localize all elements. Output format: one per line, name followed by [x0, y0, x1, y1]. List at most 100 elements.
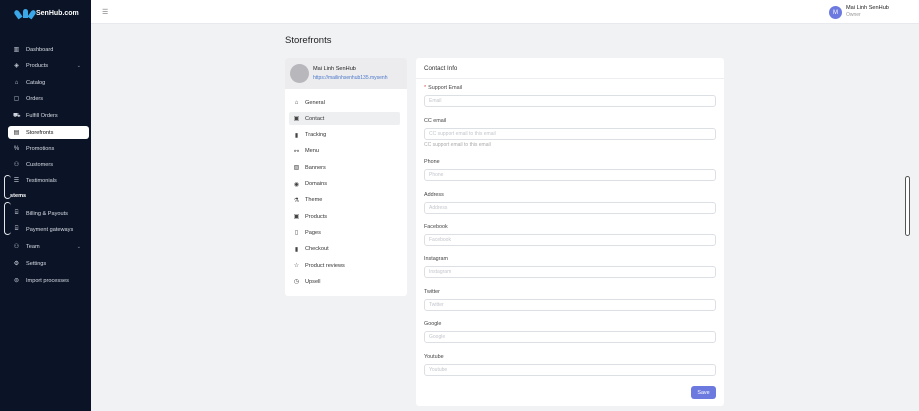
store-menu-item[interactable]: ▮ Tracking: [289, 129, 400, 142]
sidebar-item-label: Products: [26, 62, 49, 69]
store-menu-item[interactable]: ⚗ Theme: [289, 194, 400, 207]
sidebar-item[interactable]: ⚇ Customers: [8, 158, 89, 171]
contact-field-input[interactable]: [424, 266, 716, 278]
sidebar-item[interactable]: % Promotions: [8, 142, 89, 155]
store-icon: ▤: [13, 130, 20, 136]
field-label-text: Twitter: [424, 289, 440, 295]
users-icon: ⚇: [13, 244, 20, 250]
store-menu-item[interactable]: ◉ Domains: [289, 178, 400, 191]
chevron-down-icon[interactable]: ⌄: [77, 244, 81, 250]
contact-field-input[interactable]: [424, 299, 716, 311]
save-button[interactable]: Save: [691, 386, 716, 399]
store-url-link[interactable]: https://mailinhsenhub135.mysenh: [313, 75, 388, 81]
clipboard-icon: ▢: [13, 96, 20, 102]
selection-bracket: [4, 202, 11, 235]
store-menu-item[interactable]: ▮ Checkout: [289, 243, 400, 256]
sidebar-item[interactable]: ⚙ Settings: [8, 257, 89, 270]
sidebar-item-label: Promotions: [26, 145, 55, 152]
sidebar-item[interactable]: ⛟ Fulfill Orders: [8, 109, 89, 122]
store-menu-item[interactable]: ⚯ Menu: [289, 145, 400, 158]
store-menu-item[interactable]: ▯ Pages: [289, 226, 400, 239]
lotus-logo-icon: [13, 8, 37, 19]
sidebar-item-label: Payment gateways: [26, 226, 74, 233]
store-menu-label: Theme: [305, 197, 323, 204]
field-label-text: Google: [424, 321, 442, 327]
store-menu-item[interactable]: ☆ Product reviews: [289, 259, 400, 272]
box-icon: ▣: [293, 214, 300, 221]
image-icon: ▧: [293, 165, 300, 172]
chevron-down-icon[interactable]: ⌄: [77, 63, 81, 69]
contact-info-card: Contact Info Save *Support Email CC email…: [416, 58, 724, 406]
sidebar-item[interactable]: ⌸ Billing & Payouts: [8, 207, 89, 220]
selection-bracket: [4, 175, 11, 199]
bar-chart-icon: ▥: [13, 47, 20, 53]
store-menu-item[interactable]: ⌂ General: [289, 96, 400, 109]
section-label: stems: [10, 193, 27, 199]
topbar: ☰ M Mai Linh SenHub Owner: [91, 0, 919, 24]
users-icon: ⚇: [13, 162, 20, 168]
field-label: Instagram: [424, 256, 448, 262]
field-label-text: Phone: [424, 159, 440, 165]
contact-field-input[interactable]: [424, 364, 716, 376]
field-label: CC email: [424, 118, 446, 124]
page-title: Storefronts: [285, 35, 332, 46]
sidebar-item[interactable]: ⌂ Catalog: [8, 76, 89, 89]
required-marker: *: [424, 85, 427, 91]
sidebar-item-label: Settings: [26, 260, 47, 267]
contact-field-input[interactable]: [424, 234, 716, 246]
contact-field-input[interactable]: [424, 169, 716, 181]
field-label-text: Facebook: [424, 224, 448, 230]
sidebar-item[interactable]: ⌸ Payment gateways: [8, 223, 89, 236]
brand-name: SenHub.com: [36, 9, 79, 17]
barcode-icon: ▮: [294, 132, 299, 139]
contact-field-input[interactable]: [424, 95, 716, 107]
sidebar-item[interactable]: ▤ Storefronts: [8, 126, 89, 139]
contact-field-input[interactable]: [424, 128, 716, 140]
sidebar-item-label: Storefronts: [26, 129, 54, 136]
user-name[interactable]: Mai Linh SenHub: [846, 5, 889, 11]
sidebar-item-label: Fulfill Orders: [26, 112, 58, 119]
percent-icon: %: [13, 145, 20, 152]
flask-icon: ⚗: [293, 197, 300, 204]
field-help-text: CC support email to this email: [424, 142, 491, 148]
scrollbar-thumb[interactable]: [905, 176, 910, 236]
avatar[interactable]: M: [829, 6, 842, 19]
import-icon: ⊜: [13, 278, 20, 284]
sidebar-item[interactable]: ◈ Products ⌄: [8, 59, 89, 72]
store-menu-item[interactable]: ▣ Contact: [289, 112, 400, 126]
field-label-text: Support Email: [428, 85, 462, 91]
store-name: Mai Linh SenHub: [313, 66, 356, 72]
divider: [416, 78, 724, 79]
field-label-text: Youtube: [424, 354, 444, 360]
sidebar-item[interactable]: ☰ Testimonials: [8, 174, 89, 187]
store-menu-item[interactable]: ▧ Banners: [289, 161, 400, 174]
storefront-menu-card: Mai Linh SenHub https://mailinhsenhub135…: [285, 58, 407, 296]
bank-icon: ⌸: [14, 226, 19, 232]
contact-field-input[interactable]: [424, 202, 716, 214]
contact-field-input[interactable]: [424, 331, 716, 343]
sidebar-item-label: Catalog: [26, 79, 46, 86]
sidebar-item-label: Testimonials: [26, 177, 57, 184]
sidebar-item-label: Dashboard: [26, 46, 54, 53]
store-avatar: [290, 64, 309, 83]
sidebar-item[interactable]: ▥ Dashboard: [8, 43, 89, 56]
field-label: Twitter: [424, 289, 440, 295]
field-label: Youtube: [424, 354, 444, 360]
bank-icon: ⌸: [14, 210, 19, 216]
store-menu-item[interactable]: ◷ Upsell: [289, 275, 400, 288]
store-menu-label: Tracking: [305, 132, 327, 139]
sidebar-item[interactable]: ▢ Orders: [8, 92, 89, 105]
sidebar-item[interactable]: ⊜ Import processes: [8, 274, 89, 287]
box-icon: ◈: [14, 63, 19, 69]
store-menu-item[interactable]: ▣ Products: [289, 210, 400, 223]
store-menu-label: Menu: [305, 148, 319, 155]
clock-icon: ◷: [293, 279, 300, 286]
brand-logo[interactable]: SenHub.com: [13, 5, 79, 21]
card-title: Contact Info: [424, 65, 458, 72]
hamburger-icon[interactable]: ☰: [102, 8, 108, 16]
sidebar-item-label: Customers: [26, 161, 54, 168]
star-icon: ☆: [293, 263, 300, 269]
sidebar-item[interactable]: ⚇ Team ⌄: [8, 240, 89, 253]
store-menu-label: Upsell: [305, 278, 321, 285]
store-header: Mai Linh SenHub https://mailinhsenhub135…: [285, 58, 407, 89]
